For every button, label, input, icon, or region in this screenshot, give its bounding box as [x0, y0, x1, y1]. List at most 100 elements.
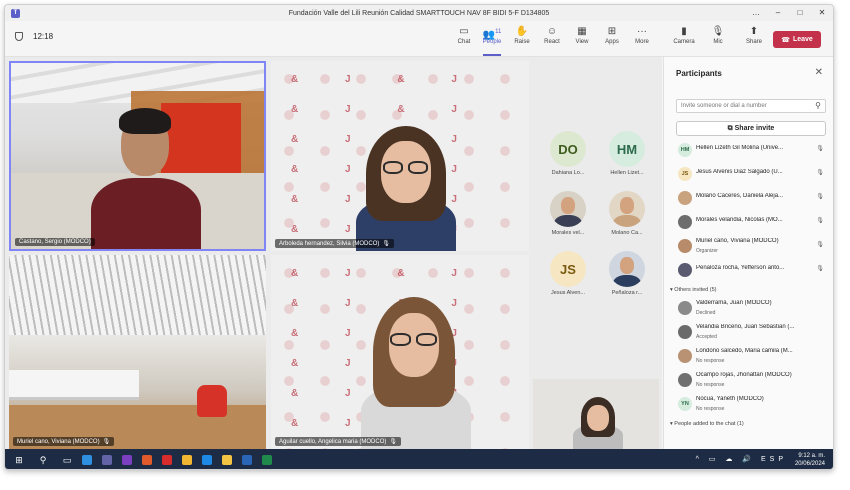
- clock[interactable]: 9:12 a. m. 20/06/2024: [795, 452, 825, 468]
- participant-avatar[interactable]: JS Jesus Alven...: [541, 251, 595, 296]
- avatar: [678, 263, 692, 277]
- search-icon: ⚲: [815, 101, 821, 110]
- list-item[interactable]: Morales velandia, Nicolas (MO... 🎙: [664, 211, 833, 235]
- list-item[interactable]: Peñaloza rocha, Yefferson anto... 🎙: [664, 259, 833, 283]
- close-icon[interactable]: ✕: [811, 5, 833, 21]
- view-icon: ▦: [577, 26, 587, 37]
- phone-hangup-icon: ☎: [781, 36, 790, 44]
- minimize-icon[interactable]: –: [767, 5, 789, 21]
- video-name-label: Arboleda hernandez, Silvia (MODCO) 🎙: [275, 239, 394, 248]
- list-item[interactable]: Molano Caceres, Daniela Aleja... 🎙: [664, 187, 833, 211]
- view-button[interactable]: ▦ View: [569, 25, 595, 53]
- list-item[interactable]: Velandia Briceño, Juan Sebastian (... Ac…: [664, 321, 833, 345]
- chat-button[interactable]: ▭ Chat: [451, 25, 477, 53]
- apps-button[interactable]: ⊞ Apps: [599, 25, 625, 53]
- people-icon: 👥11: [482, 29, 502, 41]
- teams-icon[interactable]: [102, 455, 112, 465]
- avatar: [678, 239, 692, 253]
- onenote-icon[interactable]: [122, 455, 132, 465]
- react-button[interactable]: ☺ React: [539, 25, 565, 53]
- mic-button[interactable]: 🎙 Mic: [705, 25, 731, 53]
- chrome-icon[interactable]: [182, 455, 192, 465]
- excel-icon[interactable]: [262, 455, 272, 465]
- participant-avatar[interactable]: Morales vel...: [541, 191, 595, 236]
- teams-logo-icon: T: [11, 8, 20, 18]
- windows-start-icon[interactable]: ⊞: [9, 452, 29, 468]
- chat-icon: ▭: [459, 26, 469, 37]
- avatar: JS: [550, 251, 586, 287]
- leave-button[interactable]: ☎ Leave: [773, 31, 821, 48]
- participant-avatar[interactable]: DO Dahiana Lo...: [541, 131, 595, 176]
- people-count: 11: [495, 29, 502, 35]
- list-item[interactable]: YN Nocua, Yaneth (MODCO) No response: [664, 393, 833, 417]
- mic-off-icon: 🎙: [816, 146, 824, 152]
- mic-off-icon: 🎙: [816, 194, 824, 200]
- share-link-icon: ⧉: [727, 125, 733, 132]
- mic-off-icon: 🎙: [382, 241, 390, 247]
- participant-avatar[interactable]: Molano Ca...: [600, 191, 654, 236]
- video-name-label: Muriel cano, Viviana (MODCO) 🎙: [13, 437, 115, 446]
- avatar: [678, 373, 692, 387]
- close-panel-icon[interactable]: ✕: [815, 67, 823, 78]
- timer-text: 12:18: [33, 32, 54, 41]
- avatar: HM: [678, 143, 692, 157]
- outlook-icon[interactable]: [82, 455, 92, 465]
- list-item[interactable]: Londoño salcedo, Maria camila (M... No r…: [664, 345, 833, 369]
- added-to-chat-section[interactable]: ▾ People added to the chat (1): [664, 417, 833, 431]
- window-controls: … – □ ✕: [745, 5, 833, 21]
- invite-search-input[interactable]: Invite someone or dial a number ⚲: [676, 99, 826, 113]
- maximize-icon[interactable]: □: [789, 5, 811, 21]
- share-button[interactable]: ⬆ Share: [741, 25, 767, 53]
- participant-avatar[interactable]: HM Hellen Lizet...: [600, 131, 654, 176]
- avatar: DO: [550, 131, 586, 167]
- share-invite-button[interactable]: ⧉ Share invite: [676, 121, 826, 136]
- firefox-icon[interactable]: [142, 455, 152, 465]
- video-stage: Castano, Sergio (MODCO) & J & J & J & J …: [5, 57, 662, 449]
- search-icon[interactable]: ⚲: [33, 452, 53, 468]
- avatar: [550, 191, 586, 227]
- video-tile[interactable]: Muriel cano, Viviana (MODCO) 🎙: [9, 255, 266, 449]
- share-icon: ⬆: [749, 26, 759, 37]
- avatar: [678, 191, 692, 205]
- task-view-icon[interactable]: ▭: [57, 452, 77, 468]
- word-icon[interactable]: [242, 455, 252, 465]
- mic-off-icon: 🎙: [816, 266, 824, 272]
- more-button[interactable]: ··· More: [629, 25, 655, 53]
- avatar: [678, 215, 692, 229]
- self-view-tile[interactable]: [533, 379, 659, 449]
- mic-off-icon: 🎙: [816, 170, 824, 176]
- video-tile[interactable]: Castano, Sergio (MODCO): [9, 61, 266, 251]
- participant-video: [91, 108, 201, 249]
- list-item[interactable]: JS Jesus Alvenis Diaz Salgado (U... 🎙: [664, 163, 833, 187]
- video-tile[interactable]: & J & J & J & J & J & J & J & J & J & J …: [271, 255, 529, 449]
- more-window-icon[interactable]: …: [745, 5, 767, 21]
- mic-off-icon: 🎙: [102, 439, 111, 445]
- mic-off-icon: 🎙: [816, 218, 824, 224]
- avatar: [678, 301, 692, 315]
- others-invited-section[interactable]: ▾ Others invited (5): [664, 283, 833, 297]
- camera-button[interactable]: ▮ Camera: [671, 25, 697, 53]
- participant-video: [356, 116, 456, 251]
- list-item[interactable]: HM Hellen Lizeth Gil Molina (Unive... 🎙: [664, 139, 833, 163]
- windows-taskbar: ⊞ ⚲ ▭ ^ ▭ ☁ 🔊 ESP 9:12 a. m. 20/06/2024: [5, 449, 833, 469]
- edge-icon[interactable]: [202, 455, 212, 465]
- list-item[interactable]: Valderrama, Juan (MODCO) Declined: [664, 297, 833, 321]
- people-button[interactable]: 👥11 People: [479, 25, 505, 56]
- window-title: Fundación Valle del Lili Reunión Calidad…: [288, 9, 550, 17]
- app-icon[interactable]: [162, 455, 172, 465]
- video-tile[interactable]: & J & J & J & J & J & J & J & J & J & J …: [271, 61, 529, 251]
- avatar: YN: [678, 397, 692, 411]
- apps-icon: ⊞: [607, 26, 617, 37]
- list-item[interactable]: Ocampo rojas, Jhonattan (MODCO) No respo…: [664, 369, 833, 393]
- raise-hand-button[interactable]: ✋ Raise: [509, 25, 535, 53]
- avatar: HM: [609, 131, 645, 167]
- file-explorer-icon[interactable]: [222, 455, 232, 465]
- avatar: [609, 251, 645, 287]
- react-icon: ☺: [546, 26, 558, 37]
- title-bar: T Fundación Valle del Lili Reunión Calid…: [5, 5, 833, 21]
- meeting-toolbar: 12:18 ▭ Chat 👥11 People ✋ Raise ☺ React …: [5, 21, 833, 57]
- avatar: [678, 325, 692, 339]
- list-item[interactable]: Muriel cano, Viviana (MODCO) Organizer 🎙: [664, 235, 833, 259]
- system-tray-icons[interactable]: ^ ▭ ☁ 🔊 ESP: [696, 455, 787, 463]
- participant-avatar[interactable]: Peñaloza r...: [600, 251, 654, 296]
